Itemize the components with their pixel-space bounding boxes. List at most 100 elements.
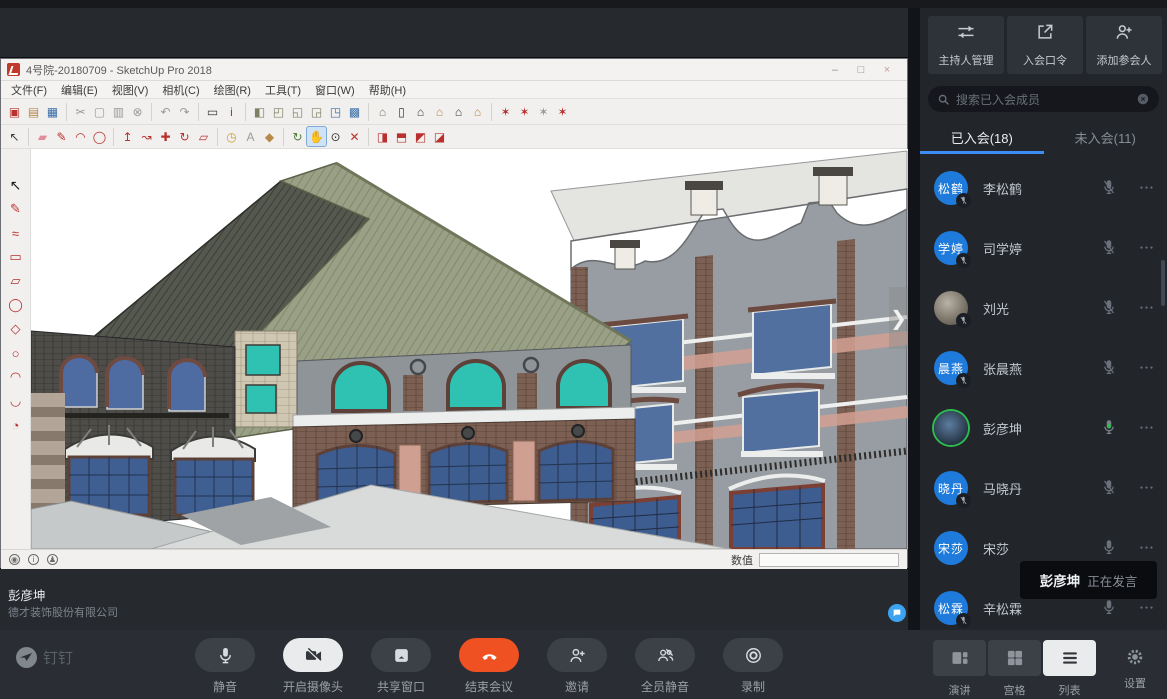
line-tool-icon[interactable]: ✎ xyxy=(6,199,26,219)
unlock-icon[interactable]: ▩ xyxy=(345,102,364,121)
menu-item-2[interactable]: 视图(V) xyxy=(112,82,149,98)
list-view-button[interactable]: 列表 xyxy=(1042,640,1097,698)
polygon-tool-icon[interactable]: ◇ xyxy=(6,319,26,339)
top-view-icon[interactable]: ⌂ xyxy=(411,102,430,121)
more-options-icon[interactable]: ●●● xyxy=(1140,365,1155,371)
menu-item-5[interactable]: 工具(T) xyxy=(265,82,301,98)
geolocation-icon[interactable]: ◉ xyxy=(9,554,20,565)
paint-bucket-icon[interactable]: ◆ xyxy=(260,127,279,146)
scale-icon[interactable]: ▱ xyxy=(194,127,213,146)
left-view-icon[interactable]: ⌂ xyxy=(468,102,487,121)
ellipse-tool-icon[interactable]: ○ xyxy=(6,343,26,363)
mic-active-icon[interactable] xyxy=(1100,418,1118,438)
add-participant-button[interactable]: 添加参会人 xyxy=(1086,16,1162,74)
host-manage-button[interactable]: 主持人管理 xyxy=(928,16,1004,74)
circle-icon[interactable]: ◯ xyxy=(90,127,109,146)
two-point-arc-tool-icon[interactable]: ◡ xyxy=(6,391,26,411)
rotate-icon[interactable]: ↻ xyxy=(175,127,194,146)
lock-icon[interactable]: ◳ xyxy=(326,102,345,121)
mic-muted-icon[interactable] xyxy=(1100,238,1118,258)
iso-view-icon[interactable]: ⌂ xyxy=(373,102,392,121)
plugin-3-icon[interactable]: ✶ xyxy=(534,102,553,121)
model-info-icon[interactable]: i xyxy=(222,102,241,121)
followme-icon[interactable]: ↝ xyxy=(137,127,156,146)
minimize-button[interactable]: – xyxy=(829,64,841,76)
mic-idle-icon[interactable] xyxy=(1100,598,1118,618)
paste-icon[interactable]: ▥ xyxy=(109,102,128,121)
more-options-icon[interactable]: ●●● xyxy=(1140,485,1155,491)
mic-muted-icon[interactable] xyxy=(1100,478,1118,498)
list-scrollbar[interactable] xyxy=(1161,260,1165,306)
text-icon[interactable]: A xyxy=(241,127,260,146)
arc-tool-icon[interactable]: ◠ xyxy=(6,367,26,387)
credits-icon[interactable]: i xyxy=(28,554,39,565)
group-icon[interactable]: ◱ xyxy=(288,102,307,121)
sign-in-icon[interactable]: ♟ xyxy=(47,554,58,565)
rotated-rectangle-tool-icon[interactable]: ▱ xyxy=(6,271,26,291)
participant-row[interactable]: 晓丹 马晓丹 ●●● xyxy=(920,458,1167,518)
new-icon[interactable]: ▣ xyxy=(5,102,24,121)
menu-item-3[interactable]: 相机(C) xyxy=(162,82,199,98)
maximize-button[interactable]: □ xyxy=(855,64,867,76)
pan-icon[interactable]: ✋ xyxy=(307,127,326,146)
eraser-icon[interactable]: ▰ xyxy=(33,127,52,146)
line-icon[interactable]: ✎ xyxy=(52,127,71,146)
section-fill-icon[interactable]: ⬒ xyxy=(392,127,411,146)
zoom-icon[interactable]: ⊙ xyxy=(326,127,345,146)
plugin-4-icon[interactable]: ✶ xyxy=(553,102,572,121)
mic-muted-icon[interactable] xyxy=(1100,358,1118,378)
make-component-icon[interactable]: ◧ xyxy=(250,102,269,121)
select-tool-icon[interactable]: ↖ xyxy=(6,175,26,195)
speaker-view-button[interactable]: 演讲 xyxy=(932,640,987,698)
participant-row[interactable]: 晨燕 张晨燕 ●●● xyxy=(920,338,1167,398)
zoom-extents-icon[interactable]: ✕ xyxy=(345,127,364,146)
participant-row[interactable]: 学婷 司学婷 ●●● xyxy=(920,218,1167,278)
tape-measure-icon[interactable]: ◷ xyxy=(222,127,241,146)
style-icon[interactable]: ◪ xyxy=(430,127,449,146)
grid-view-button[interactable]: 宫格 xyxy=(987,640,1042,698)
menu-item-0[interactable]: 文件(F) xyxy=(11,82,47,98)
sketchup-viewport[interactable] xyxy=(31,149,909,549)
participant-row[interactable]: 刘光 ●●● xyxy=(920,278,1167,338)
print-icon[interactable]: ▭ xyxy=(203,102,222,121)
delete-icon[interactable]: ⊗ xyxy=(128,102,147,121)
back-view-icon[interactable]: ⌂ xyxy=(449,102,468,121)
section-plane-icon[interactable]: ◨ xyxy=(373,127,392,146)
menu-item-7[interactable]: 帮助(H) xyxy=(369,82,406,98)
invite-button[interactable]: 邀请 xyxy=(542,638,612,695)
menu-item-4[interactable]: 绘图(R) xyxy=(214,82,251,98)
copy-icon[interactable]: ▢ xyxy=(90,102,109,121)
measurement-input[interactable] xyxy=(759,553,899,567)
circle-tool-icon[interactable]: ◯ xyxy=(6,295,26,315)
mute-button[interactable]: 静音 xyxy=(190,638,260,695)
right-view-icon[interactable]: ⌂ xyxy=(430,102,449,121)
share-button[interactable]: 共享窗口 xyxy=(366,638,436,695)
more-options-icon[interactable]: ●●● xyxy=(1140,425,1155,431)
freehand-tool-icon[interactable]: ≈ xyxy=(6,223,26,243)
pie-tool-icon[interactable]: ◔ xyxy=(6,415,26,435)
redo-icon[interactable]: ↷ xyxy=(175,102,194,121)
component-icon[interactable]: ◰ xyxy=(269,102,288,121)
orbit-icon[interactable]: ↻ xyxy=(288,127,307,146)
mic-idle-icon[interactable] xyxy=(1100,538,1118,558)
more-options-icon[interactable]: ●●● xyxy=(1140,245,1155,251)
mute-all-button[interactable]: 全员静音 xyxy=(630,638,700,695)
section-display-icon[interactable]: ◩ xyxy=(411,127,430,146)
arc-icon[interactable]: ◠ xyxy=(71,127,90,146)
rectangle-tool-icon[interactable]: ▭ xyxy=(6,247,26,267)
move-icon[interactable]: ✚ xyxy=(156,127,175,146)
cut-icon[interactable]: ✂ xyxy=(71,102,90,121)
plugin-1-icon[interactable]: ✶ xyxy=(496,102,515,121)
pushpull-icon[interactable]: ↥ xyxy=(118,127,137,146)
camera-button[interactable]: 开启摄像头 xyxy=(278,638,348,695)
record-button[interactable]: 录制 xyxy=(718,638,788,695)
more-options-icon[interactable]: ●●● xyxy=(1140,305,1155,311)
search-box[interactable]: 搜索已入会成员 xyxy=(928,86,1159,112)
settings-button[interactable]: 设置 xyxy=(1113,640,1157,691)
participant-row[interactable]: 彭彦坤 ●●● xyxy=(920,398,1167,458)
select-icon[interactable]: ↖ xyxy=(5,127,24,146)
front-view-icon[interactable]: ▯ xyxy=(392,102,411,121)
menu-item-1[interactable]: 编辑(E) xyxy=(61,82,98,98)
mic-muted-icon[interactable] xyxy=(1100,298,1118,318)
tab-not-joined[interactable]: 未入会(11) xyxy=(1044,120,1167,154)
